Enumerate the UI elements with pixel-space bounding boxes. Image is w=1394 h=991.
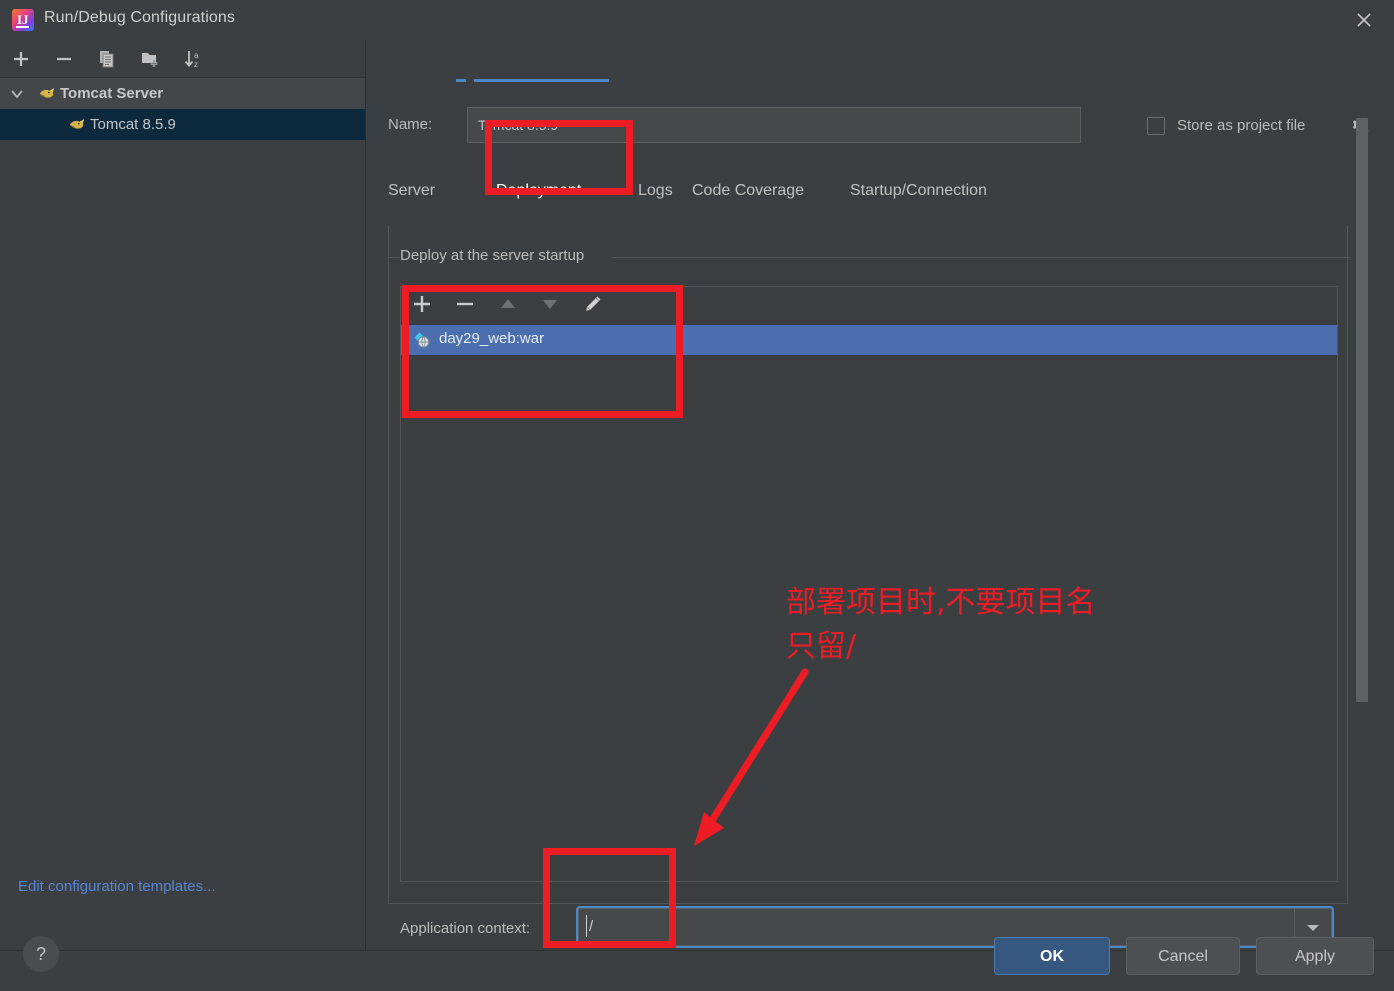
triangle-down-icon <box>543 300 557 309</box>
plus-icon <box>14 52 28 66</box>
minus-icon <box>57 57 71 61</box>
tree-item-label: Tomcat 8.5.9 <box>90 116 176 133</box>
copy-configuration-button[interactable] <box>94 47 120 71</box>
text-caret <box>586 915 587 937</box>
folder-add-icon <box>142 53 158 67</box>
new-folder-button[interactable] <box>137 47 163 71</box>
triangle-up-icon <box>501 299 515 308</box>
application-context-value: / <box>589 918 594 935</box>
add-artifact-button[interactable] <box>411 293 439 319</box>
deploy-section-title: Deploy at the server startup <box>400 247 593 264</box>
artifact-war-icon <box>414 332 430 348</box>
edit-artifact-button[interactable] <box>582 293 610 319</box>
close-icon[interactable] <box>1344 5 1384 35</box>
chevron-down-glyph <box>1307 925 1319 931</box>
tree-item-tomcat-859[interactable]: Tomcat 8.5.9 <box>0 109 365 140</box>
page-title: Run/Debug Configurations <box>44 9 235 26</box>
deployment-toolbar <box>401 287 1337 325</box>
tab-startup-connection[interactable]: Startup/Connection <box>850 180 987 202</box>
chevron-down-icon[interactable] <box>10 89 24 99</box>
configurations-sidebar: a z Tomcat Server Tomcat 8.5.9 Edit conf… <box>0 40 366 950</box>
panel-border-left-stub <box>388 257 400 258</box>
store-as-project-file-label[interactable]: Store as project file <box>1177 117 1305 134</box>
intellij-idea-icon: IJ <box>12 9 34 31</box>
tab-server[interactable]: Server <box>388 180 435 202</box>
remove-configuration-button[interactable] <box>51 47 77 71</box>
vertical-scrollbar-thumb[interactable] <box>1356 118 1368 702</box>
name-input[interactable] <box>467 107 1081 143</box>
ok-button[interactable]: OK <box>994 937 1110 975</box>
move-down-button[interactable] <box>539 293 567 319</box>
pencil-icon <box>586 296 601 311</box>
tomcat-icon <box>39 88 55 98</box>
minus-icon <box>457 302 473 306</box>
sort-configurations-button[interactable]: a z <box>180 47 206 71</box>
application-context-label: Application context: <box>400 920 531 937</box>
sort-alpha-icon: a z <box>184 51 199 69</box>
remove-artifact-button[interactable] <box>454 293 482 319</box>
tab-logs[interactable]: Logs <box>638 180 673 202</box>
move-up-button[interactable] <box>497 293 525 319</box>
tab-deployment[interactable]: Deployment <box>496 180 581 202</box>
add-configuration-button[interactable] <box>8 47 34 71</box>
apply-button[interactable]: Apply <box>1256 937 1374 975</box>
deployment-list-box: day29_web:war <box>400 286 1338 882</box>
help-button[interactable]: ? <box>23 936 59 972</box>
tomcat-icon <box>69 119 85 129</box>
idea-logo-bar <box>16 26 29 28</box>
cancel-button[interactable]: Cancel <box>1126 937 1240 975</box>
dialog-button-bar: ? OK Cancel Apply <box>0 936 1394 991</box>
configurations-tree: Tomcat Server Tomcat 8.5.9 <box>0 78 365 140</box>
plus-icon <box>414 296 430 312</box>
edit-configuration-templates-link[interactable]: Edit configuration templates... <box>18 878 216 895</box>
store-as-project-file-checkbox[interactable] <box>1147 117 1165 135</box>
section-divider <box>612 257 1350 258</box>
list-item[interactable]: day29_web:war <box>401 325 1337 355</box>
configuration-editor-panel: Name: Store as project file Server Deplo… <box>366 40 1394 950</box>
tree-group-label: Tomcat Server <box>60 85 164 102</box>
help-button-label: ? <box>35 944 46 964</box>
list-item-label: day29_web:war <box>439 330 545 347</box>
vertical-scrollbar-track[interactable] <box>1356 118 1368 702</box>
tab-underline-stub <box>456 79 466 82</box>
svg-text:a: a <box>194 51 199 60</box>
svg-text:z: z <box>194 60 198 69</box>
name-label: Name: <box>388 116 433 133</box>
close-glyph <box>1357 13 1371 27</box>
active-tab-underline <box>474 79 609 82</box>
sidebar-toolbar: a z <box>0 40 365 78</box>
deployment-artifacts-list[interactable]: day29_web:war <box>401 325 1337 881</box>
tab-code-coverage[interactable]: Code Coverage <box>692 180 804 202</box>
window-title-bar: IJ Run/Debug Configurations <box>0 0 1394 40</box>
tree-group-tomcat-server[interactable]: Tomcat Server <box>0 78 365 109</box>
copy-icon <box>100 51 114 68</box>
